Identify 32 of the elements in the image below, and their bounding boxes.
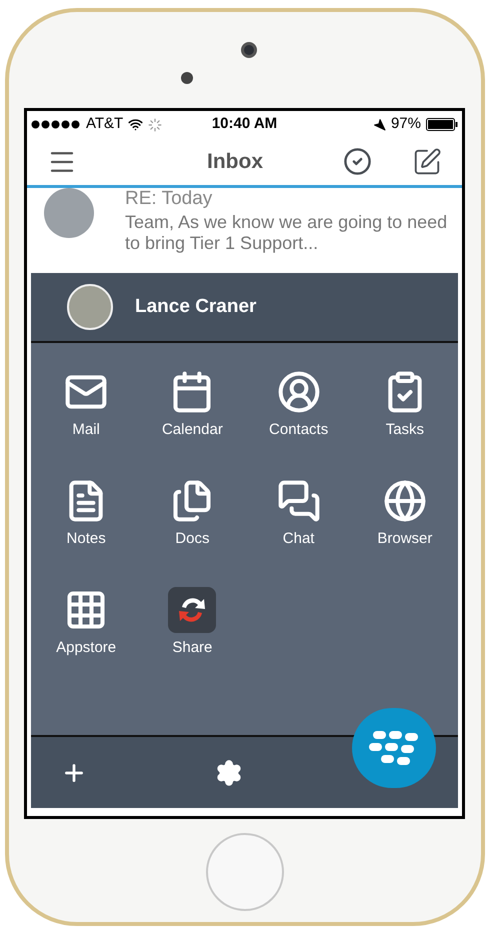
spinner-icon (148, 118, 162, 132)
carrier-name: AT&T (86, 114, 124, 134)
app-launcher[interactable]: Share (139, 561, 246, 670)
message-preview: Team, As we know we are going to need to bring Tier 1 Support... (125, 212, 448, 254)
battery-percent: 97% (390, 114, 421, 134)
app-launcher[interactable]: Notes (33, 452, 140, 561)
user-name: Lance Craner (135, 294, 256, 319)
app-launcher[interactable]: Calendar (139, 343, 246, 452)
globe-icon (382, 479, 427, 523)
dots-logo-icon (369, 731, 419, 765)
message-subject: RE: Today (125, 188, 214, 210)
sync-arrows-icon (168, 587, 216, 633)
chat-bubbles-icon (276, 479, 321, 523)
location-arrow-icon (372, 118, 386, 131)
clock-time: 10:40 AM (212, 114, 278, 134)
app-launcher[interactable]: Tasks (352, 343, 458, 452)
header-title: Inbox (207, 148, 263, 175)
app-launcher[interactable]: Mail (33, 343, 140, 452)
battery-icon (426, 118, 458, 131)
app-launcher[interactable]: Docs (139, 452, 246, 561)
app-launcher[interactable]: Contacts (246, 343, 352, 452)
app-launcher[interactable]: Browser (352, 452, 458, 561)
app-launcher[interactable]: Appstore (33, 561, 140, 670)
camera-lens (240, 42, 256, 58)
app-launcher[interactable]: Chat (246, 452, 352, 561)
wifi-icon (128, 117, 144, 132)
compose-button[interactable] (412, 146, 442, 176)
person-icon (276, 370, 321, 414)
select-button[interactable] (343, 147, 372, 176)
settings-button[interactable] (215, 758, 243, 786)
profile-avatar (67, 284, 113, 330)
signal-dots-icon (31, 120, 81, 129)
